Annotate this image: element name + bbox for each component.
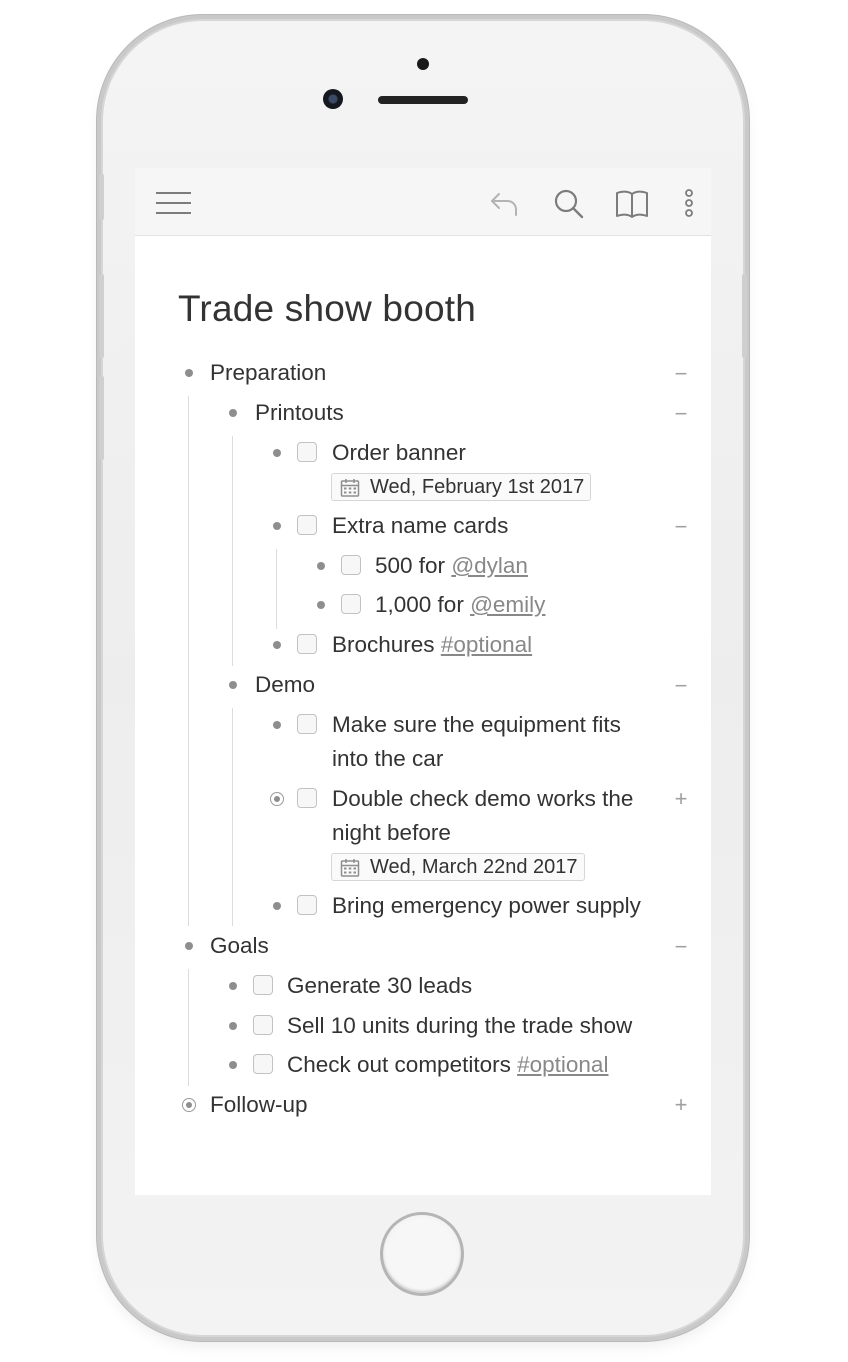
collapsed-bullet[interactable] (270, 792, 284, 806)
tag-link[interactable]: #optional (517, 1052, 608, 1077)
item-text[interactable]: Extra name cards (332, 509, 508, 543)
calendar-icon (340, 859, 360, 877)
item-text-plain: 500 for (375, 553, 452, 578)
mention-link[interactable]: @dylan (451, 553, 528, 578)
collapsed-bullet[interactable] (182, 1098, 196, 1112)
collapse-toggle[interactable]: − (672, 403, 690, 425)
list-item-brochures[interactable]: Brochures #optional (135, 628, 711, 668)
checkbox[interactable] (297, 442, 317, 462)
bullet[interactable] (185, 942, 193, 950)
item-text-line-1[interactable]: Double check demo works the (332, 782, 633, 816)
bullet[interactable] (185, 369, 193, 377)
silent-switch (99, 174, 104, 220)
collapse-toggle[interactable]: − (672, 516, 690, 538)
item-text[interactable]: Follow-up (210, 1088, 308, 1122)
expand-toggle[interactable]: + (672, 788, 690, 810)
item-text[interactable]: Printouts (255, 396, 344, 430)
volume-up-button (99, 274, 104, 358)
list-item-equipment[interactable]: Make sure the equipment fits into the ca… (135, 708, 711, 782)
item-text[interactable]: Sell 10 units during the trade show (287, 1009, 632, 1043)
list-item-order-banner[interactable]: Order banner (135, 436, 711, 476)
list-item-1000-cards[interactable]: 1,000 for @emily (135, 588, 711, 628)
page-title: Trade show booth (178, 288, 477, 329)
volume-down-button (99, 376, 104, 460)
bullet[interactable] (229, 1022, 237, 1030)
bullet[interactable] (229, 409, 237, 417)
date-text: Wed, February 1st 2017 (370, 476, 585, 498)
checkbox[interactable] (341, 555, 361, 575)
bullet[interactable] (229, 982, 237, 990)
list-item-printouts[interactable]: Printouts − (135, 396, 711, 436)
item-text-plain: Brochures (332, 632, 441, 657)
checkbox[interactable] (297, 788, 317, 808)
expand-toggle[interactable]: + (672, 1094, 690, 1116)
earpiece-speaker (378, 96, 468, 104)
bullet[interactable] (317, 601, 325, 609)
bullet[interactable] (229, 681, 237, 689)
checkbox[interactable] (253, 1015, 273, 1035)
due-date-chip[interactable]: Wed, February 1st 2017 (331, 473, 592, 501)
collapse-toggle[interactable]: − (672, 363, 690, 385)
list-item-competitors[interactable]: Check out competitors #optional (135, 1048, 711, 1088)
list-item-extra-name-cards[interactable]: Extra name cards − (135, 509, 711, 549)
more-vertical-icon[interactable] (671, 185, 707, 221)
list-item-double-check[interactable]: Double check demo works the night before… (135, 782, 711, 856)
collapse-toggle[interactable]: − (672, 936, 690, 958)
bullet[interactable] (229, 1061, 237, 1069)
calendar-icon (340, 479, 360, 497)
checkbox[interactable] (297, 515, 317, 535)
bullet[interactable] (317, 562, 325, 570)
item-text-plain: Check out competitors (287, 1052, 518, 1077)
checkbox[interactable] (297, 895, 317, 915)
bullet[interactable] (273, 721, 281, 729)
home-button[interactable] (380, 1212, 464, 1296)
date-text: Wed, March 22nd 2017 (370, 856, 578, 878)
list-item-sell-units[interactable]: Sell 10 units during the trade show (135, 1009, 711, 1049)
item-text[interactable]: 1,000 for @emily (375, 588, 545, 622)
checkbox[interactable] (253, 975, 273, 995)
collapse-toggle[interactable]: − (672, 675, 690, 697)
due-date-chip[interactable]: Wed, March 22nd 2017 (331, 853, 585, 881)
item-text[interactable]: Check out competitors #optional (287, 1048, 608, 1082)
item-text-line-1[interactable]: Make sure the equipment fits (332, 708, 621, 742)
checkbox[interactable] (297, 714, 317, 734)
bullet[interactable] (273, 902, 281, 910)
book-icon[interactable] (614, 185, 650, 221)
item-text[interactable]: Preparation (210, 356, 326, 390)
item-text[interactable]: Bring emergency power supply (332, 889, 641, 923)
checkbox[interactable] (297, 634, 317, 654)
item-text[interactable]: Goals (210, 929, 269, 963)
item-text[interactable]: Demo (255, 668, 315, 702)
item-text-line-2[interactable]: night before (332, 816, 451, 850)
bullet[interactable] (273, 449, 281, 457)
front-camera (323, 89, 343, 109)
checkbox[interactable] (253, 1054, 273, 1074)
list-item-follow-up[interactable]: Follow-up + (135, 1088, 711, 1128)
item-text[interactable]: Order banner (332, 436, 466, 470)
list-item-generate-leads[interactable]: Generate 30 leads (135, 969, 711, 1009)
search-icon[interactable] (550, 185, 586, 221)
mention-link[interactable]: @emily (470, 592, 545, 617)
checkbox[interactable] (341, 594, 361, 614)
proximity-sensor (417, 58, 429, 70)
list-item-demo[interactable]: Demo − (135, 668, 711, 708)
undo-icon[interactable] (487, 185, 523, 221)
item-text[interactable]: Brochures #optional (332, 628, 532, 662)
hamburger-menu-icon[interactable] (155, 185, 191, 221)
list-item-500-cards[interactable]: 500 for @dylan (135, 549, 711, 589)
list-item-preparation[interactable]: Preparation − (135, 356, 711, 396)
tag-link[interactable]: #optional (441, 632, 532, 657)
item-text[interactable]: 500 for @dylan (375, 549, 528, 583)
app-screen: Trade show booth Preparation − Printouts… (135, 168, 711, 1195)
bullet[interactable] (273, 522, 281, 530)
item-text[interactable]: Generate 30 leads (287, 969, 472, 1003)
toolbar (135, 168, 711, 236)
power-button (742, 274, 747, 358)
list-item-power-supply[interactable]: Bring emergency power supply (135, 889, 711, 929)
item-text-line-2[interactable]: into the car (332, 742, 443, 776)
list-item-goals[interactable]: Goals − (135, 929, 711, 969)
item-text-plain: 1,000 for (375, 592, 471, 617)
bullet[interactable] (273, 641, 281, 649)
